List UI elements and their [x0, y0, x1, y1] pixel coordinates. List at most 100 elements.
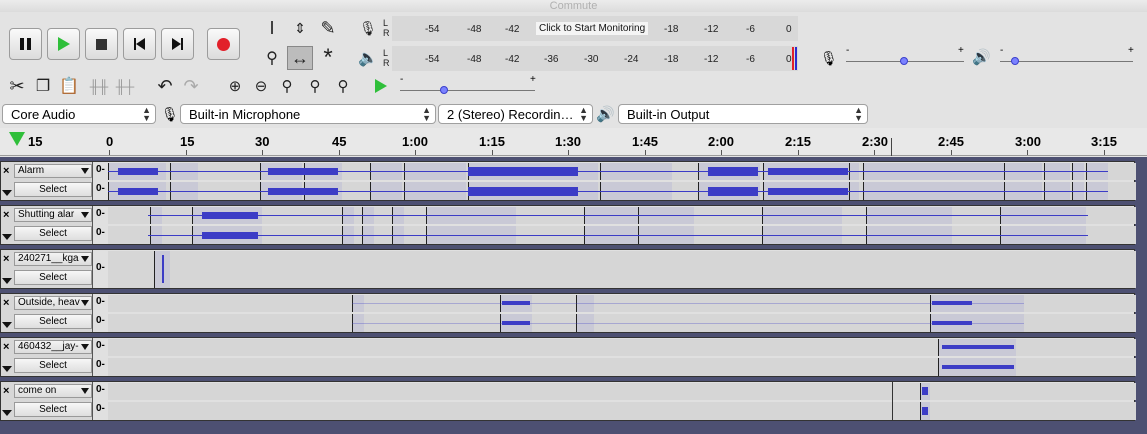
ruler-tick-label: 3:15	[1091, 134, 1118, 149]
collapse-icon[interactable]	[2, 410, 12, 416]
ruler-tick	[721, 150, 722, 155]
skip-to-start-button[interactable]	[123, 28, 156, 60]
envelope-tool[interactable]: ⇕	[287, 16, 313, 40]
toolbar-area: I ⇕ ✎ ⚲ ↔ * 🎙 LR -54 -48 -42 Click to St…	[0, 12, 1147, 100]
record-meter[interactable]: -54 -48 -42 Click to Start Monitoring -1…	[392, 16, 798, 41]
waveform-channel[interactable]	[108, 207, 1136, 224]
waveform-channel[interactable]	[108, 358, 1136, 376]
playback-meter-button[interactable]: 🔈	[355, 46, 381, 70]
draw-tool[interactable]: ✎	[315, 16, 341, 40]
copy-button[interactable]: ❐	[30, 74, 56, 98]
waveform-channel[interactable]	[108, 226, 1136, 244]
track-name-menu[interactable]: Alarm	[14, 164, 92, 178]
track-name-menu[interactable]: Outside, heav	[14, 296, 92, 310]
speaker-icon: 🔊	[596, 106, 615, 123]
collapse-icon[interactable]	[2, 366, 12, 372]
zoom-toggle-button[interactable]: ⚲	[330, 74, 356, 98]
zoom-out-button[interactable]: ⊖	[248, 74, 274, 98]
track-select-button[interactable]: Select	[14, 358, 92, 373]
track-select-button[interactable]: Select	[14, 402, 92, 417]
audio-track[interactable]: × Shutting alar Select 0- 0-	[0, 205, 1136, 245]
pause-button[interactable]	[9, 28, 42, 60]
close-icon[interactable]: ×	[3, 209, 9, 221]
record-meter-button[interactable]: 🎙	[355, 16, 381, 40]
stop-button[interactable]	[85, 28, 118, 60]
track-select-button[interactable]: Select	[14, 226, 92, 241]
time-shift-tool[interactable]: ↔	[287, 46, 313, 70]
fit-selection-button[interactable]: ⚲	[274, 74, 300, 98]
waveform-channel[interactable]	[108, 383, 1136, 400]
playback-meter[interactable]: -54 -48 -42 -36 -30 -24 -18 -12 -6 0	[392, 46, 798, 71]
record-volume-knob[interactable]	[900, 57, 908, 65]
track-name-menu[interactable]: 460432__jay-	[14, 340, 92, 354]
play-at-speed-button[interactable]	[368, 74, 394, 98]
play-speed-knob[interactable]	[440, 86, 448, 94]
playback-position-line	[892, 382, 893, 420]
ruler-tick-label: 45	[332, 134, 347, 149]
zoom-tool[interactable]: ⚲	[259, 46, 285, 70]
monitoring-hint[interactable]: Click to Start Monitoring	[536, 22, 649, 35]
amplitude-scale: 0-	[96, 403, 105, 414]
audio-track[interactable]: × 240271__kga Select 0-	[0, 249, 1136, 289]
waveform-channel[interactable]	[108, 314, 1136, 332]
skip-to-end-button[interactable]	[161, 28, 194, 60]
timeline-ruler[interactable]: 15 0 15 30 45 1:00 1:15 1:30 1:45 2:00 2…	[0, 128, 1147, 156]
collapse-icon[interactable]	[2, 190, 12, 196]
input-device-select[interactable]: Built-in Microphone ▲ ▼	[180, 104, 436, 124]
track-name-menu[interactable]: Shutting alar	[14, 208, 92, 222]
playback-volume-slider[interactable]	[1000, 61, 1133, 62]
input-channels-select[interactable]: 2 (Stereo) Recordin… ▲ ▼	[438, 104, 593, 124]
redo-button[interactable]: ↷	[178, 74, 204, 98]
waveform-channel[interactable]	[108, 163, 1136, 180]
close-icon[interactable]: ×	[3, 165, 9, 177]
track-select-button[interactable]: Select	[14, 314, 92, 329]
play-speed-slider[interactable]	[400, 90, 535, 91]
collapse-icon[interactable]	[2, 322, 12, 328]
playback-volume-knob[interactable]	[1011, 57, 1019, 65]
paste-button[interactable]: 📋	[56, 74, 82, 98]
selection-tool[interactable]: I	[259, 16, 285, 40]
close-icon[interactable]: ×	[3, 253, 9, 265]
close-icon[interactable]: ×	[3, 385, 9, 397]
ruler-tick-label: 1:45	[632, 134, 659, 149]
track-name-menu[interactable]: come on	[14, 384, 92, 398]
waveform-burst	[768, 188, 848, 195]
waveform-channel[interactable]	[108, 182, 1136, 200]
undo-button[interactable]: ↶	[152, 74, 178, 98]
record-button[interactable]	[207, 28, 240, 60]
cut-button[interactable]: ✂	[4, 74, 30, 98]
audio-track[interactable]: × Outside, heav Select 0- 0-	[0, 293, 1136, 333]
zoom-in-button[interactable]: ⊕	[222, 74, 248, 98]
track-name: 240271__kga	[18, 253, 79, 264]
close-icon[interactable]: ×	[3, 297, 9, 309]
track-control-panel: × 240271__kga Select	[1, 250, 93, 288]
play-button[interactable]	[47, 28, 80, 60]
track-select-button[interactable]: Select	[14, 270, 92, 285]
waveform-channel[interactable]	[108, 295, 1136, 312]
waveform-burst	[202, 232, 258, 239]
collapse-icon[interactable]	[2, 278, 12, 284]
waveform-channel[interactable]	[108, 339, 1136, 356]
output-device-select[interactable]: Built-in Output ▲ ▼	[618, 104, 868, 124]
waveform-channel[interactable]	[108, 402, 1136, 420]
close-icon[interactable]: ×	[3, 341, 9, 353]
track-select-button[interactable]: Select	[14, 182, 92, 197]
amplitude-scale: 0-	[96, 262, 105, 273]
silence-button[interactable]: ╫┼	[112, 74, 138, 98]
waveform-channel[interactable]	[108, 251, 1136, 288]
ruler-tick	[874, 150, 875, 155]
chevron-updown-icon: ▲ ▼	[854, 105, 863, 123]
multi-tool[interactable]: *	[315, 44, 341, 71]
trim-button[interactable]: ╫╫	[86, 74, 112, 98]
waveform-burst	[932, 301, 972, 305]
collapse-icon[interactable]	[2, 234, 12, 240]
audio-track[interactable]: × 460432__jay- Select 0- 0-	[0, 337, 1136, 377]
amplitude-scale: 0-	[96, 359, 105, 370]
playback-volume-min: -	[1000, 45, 1004, 56]
ruler-tick-label: 30	[255, 134, 270, 149]
audio-track[interactable]: × come on Select 0- 0-	[0, 381, 1136, 421]
audio-track[interactable]: × Alarm Select 0- 0-	[0, 161, 1136, 201]
track-name-menu[interactable]: 240271__kga	[14, 252, 92, 266]
audio-host-select[interactable]: Core Audio ▲ ▼	[2, 104, 156, 124]
fit-project-button[interactable]: ⚲	[302, 74, 328, 98]
